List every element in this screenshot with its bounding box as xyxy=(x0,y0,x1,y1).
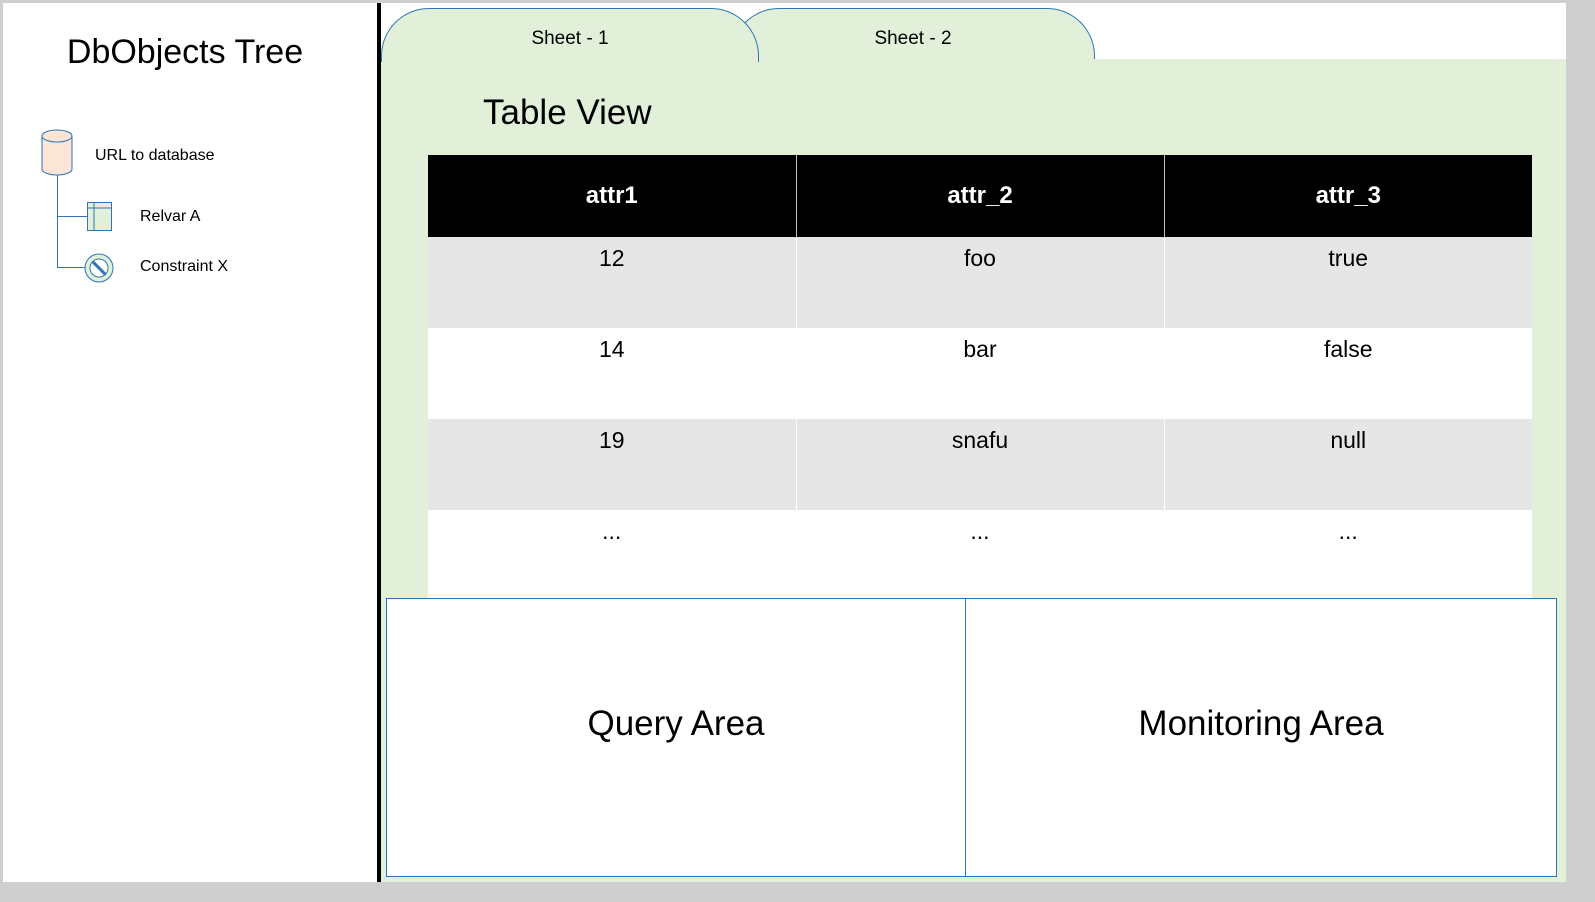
tree-title: DbObjects Tree xyxy=(66,33,304,71)
tab-label: Sheet - 2 xyxy=(874,28,952,49)
monitoring-area[interactable]: Monitoring Area xyxy=(965,598,1557,877)
table-cell: bar xyxy=(795,328,1164,419)
table-cell: 19 xyxy=(428,419,796,510)
tree-item-relvar[interactable]: Relvar A xyxy=(140,208,200,226)
data-table: attr1 attr_2 attr_3 12 foo true 14 bar f… xyxy=(428,155,1532,601)
monitoring-area-label: Monitoring Area xyxy=(1138,704,1384,743)
table-cell: 14 xyxy=(428,328,796,419)
tree-item-database[interactable]: URL to database xyxy=(95,147,214,165)
table-cell: foo xyxy=(795,237,1164,328)
query-area-label: Query Area xyxy=(587,704,765,743)
tab-label: Sheet - 1 xyxy=(531,28,609,49)
sheet-panel: Table View attr1 attr_2 attr_3 12 foo tr… xyxy=(381,59,1566,882)
query-area[interactable]: Query Area xyxy=(386,598,966,877)
table-cell: ... xyxy=(428,510,796,601)
table-cell: ... xyxy=(795,510,1164,601)
table-row[interactable]: 12 foo true xyxy=(428,237,1532,328)
tab-sheet-2[interactable]: Sheet - 2 xyxy=(731,8,1095,61)
constraint-icon xyxy=(84,253,114,283)
table-row[interactable]: ... ... ... xyxy=(428,510,1532,601)
tree-item-label: Constraint X xyxy=(140,258,229,275)
tree-item-constraint[interactable]: Constraint X xyxy=(140,258,228,276)
table-cell: null xyxy=(1163,419,1532,510)
table-header-row: attr1 attr_2 attr_3 xyxy=(428,155,1532,237)
tree-item-label: Relvar A xyxy=(140,208,201,225)
tab-sheet-1[interactable]: Sheet - 1 xyxy=(381,8,759,62)
table-row[interactable]: 14 bar false xyxy=(428,328,1532,419)
diagram-canvas: DbObjects Tree URL to database Relvar A xyxy=(3,3,1566,882)
database-icon xyxy=(41,129,73,176)
column-header[interactable]: attr1 xyxy=(428,155,796,237)
table-cell: false xyxy=(1163,328,1532,419)
tree-item-label: URL to database xyxy=(95,147,215,164)
dbobjects-tree-panel: DbObjects Tree URL to database Relvar A xyxy=(3,3,377,882)
table-cell: 12 xyxy=(428,237,796,328)
table-icon xyxy=(87,202,112,231)
table-cell: true xyxy=(1163,237,1532,328)
table-view-title: Table View xyxy=(483,93,652,132)
table-row[interactable]: 19 snafu null xyxy=(428,419,1532,510)
tree-connector-vertical xyxy=(57,175,58,267)
column-header[interactable]: attr_3 xyxy=(1163,155,1532,237)
tree-connector-constraint xyxy=(57,267,87,268)
table-cell: ... xyxy=(1163,510,1532,601)
table-cell: snafu xyxy=(795,419,1164,510)
column-header[interactable]: attr_2 xyxy=(795,155,1164,237)
tree-connector-relvar xyxy=(57,216,89,217)
